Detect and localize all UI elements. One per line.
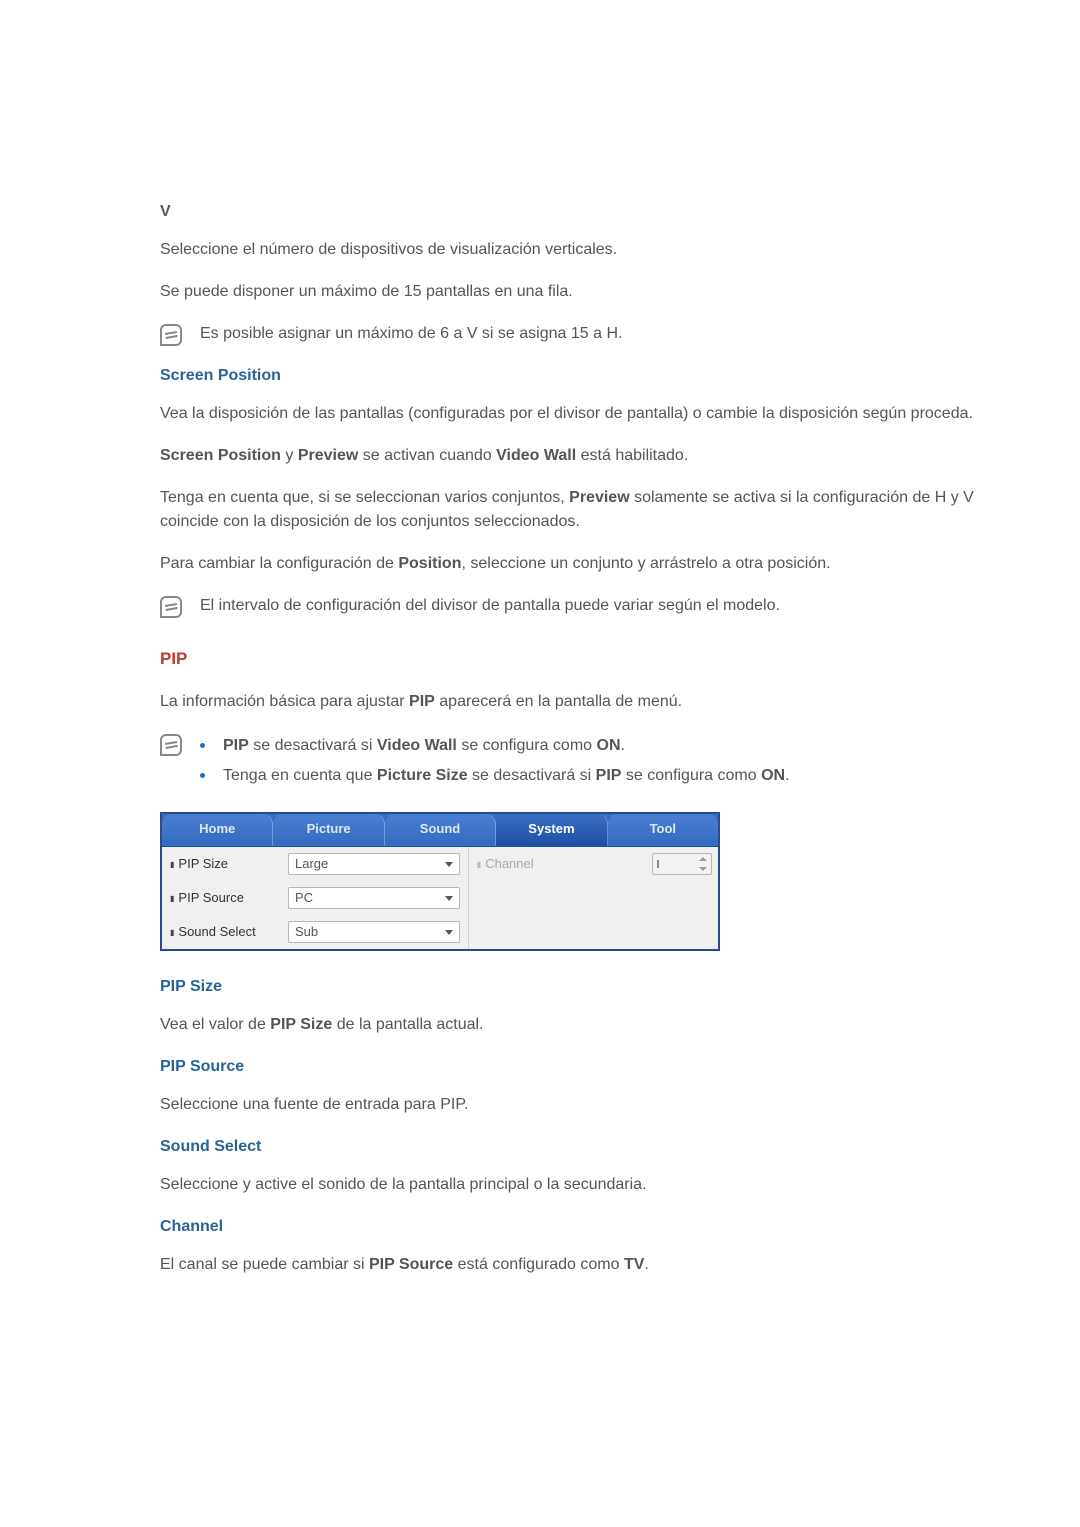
- bullet-dot-icon: [200, 743, 205, 748]
- note-text: Es posible asignar un máximo de 6 a V si…: [200, 322, 990, 346]
- paragraph: Seleccione y active el sonido de la pant…: [160, 1173, 990, 1197]
- heading-pip: PIP: [160, 646, 990, 672]
- list-item: PIP se desactivará si Video Wall se conf…: [200, 734, 990, 758]
- paragraph: Se puede disponer un máximo de 15 pantal…: [160, 280, 990, 304]
- bold-term: Video Wall: [377, 737, 457, 754]
- paragraph: Vea el valor de PIP Size de la pantalla …: [160, 1013, 990, 1037]
- spinner-channel[interactable]: [652, 853, 712, 875]
- text-span: Tenga en cuenta que: [223, 767, 377, 784]
- tab-picture[interactable]: Picture: [273, 814, 384, 846]
- heading-pip-size: PIP Size: [160, 975, 990, 999]
- text-span: está habilitado.: [576, 447, 688, 464]
- text-span: aparecerá en la pantalla de menú.: [435, 693, 682, 710]
- tab-sound[interactable]: Sound: [385, 814, 496, 846]
- text-span: se activan cuando: [358, 447, 496, 464]
- paragraph: Para cambiar la configuración de Positio…: [160, 552, 990, 576]
- panel-body: PIP Size Large PIP Source PC Sound Selec…: [162, 846, 718, 949]
- text-span: .: [621, 737, 625, 754]
- text-span: .: [785, 767, 789, 784]
- bold-term: PIP Size: [270, 1016, 332, 1033]
- text-span: de la pantalla actual.: [332, 1016, 483, 1033]
- text-span: está configurado como: [453, 1256, 624, 1273]
- document-page: V Seleccione el número de dispositivos d…: [0, 0, 1080, 1527]
- label-pip-size: PIP Size: [170, 854, 280, 874]
- text-span: Para cambiar la configuración de: [160, 555, 398, 572]
- tab-system[interactable]: System: [496, 814, 607, 846]
- text-span: .: [644, 1256, 648, 1273]
- bold-term: PIP: [596, 767, 622, 784]
- tab-home[interactable]: Home: [162, 814, 273, 846]
- paragraph: La información básica para ajustar PIP a…: [160, 690, 990, 714]
- text-span: se desactivará si: [468, 767, 596, 784]
- tab-tool[interactable]: Tool: [608, 814, 718, 846]
- text-span: se configura como: [621, 767, 761, 784]
- tab-bar: Home Picture Sound System Tool: [162, 814, 718, 846]
- text-span: La información básica para ajustar: [160, 693, 409, 710]
- channel-spinner-container: [652, 853, 712, 875]
- bold-term: PIP: [409, 693, 435, 710]
- note-block: El intervalo de configuración del diviso…: [160, 594, 990, 618]
- bold-term: TV: [624, 1256, 644, 1273]
- label-pip-source: PIP Source: [170, 888, 280, 908]
- paragraph: El canal se puede cambiar si PIP Source …: [160, 1253, 990, 1277]
- note-icon: [160, 324, 182, 346]
- text-span: El canal se puede cambiar si: [160, 1256, 369, 1273]
- bold-term: Video Wall: [496, 447, 576, 464]
- text-span: Vea el valor de: [160, 1016, 270, 1033]
- note-icon: [160, 596, 182, 618]
- text-span: y: [281, 447, 298, 464]
- bold-term: Position: [398, 555, 461, 572]
- bold-term: PIP Source: [369, 1256, 453, 1273]
- bold-term: Preview: [298, 447, 358, 464]
- row-pip-source: PIP Source PC: [162, 881, 468, 915]
- paragraph: Screen Position y Preview se activan cua…: [160, 444, 990, 468]
- bullet-dot-icon: [200, 773, 205, 778]
- row-pip-size: PIP Size Large: [162, 847, 468, 881]
- bullet-list: PIP se desactivará si Video Wall se conf…: [200, 732, 990, 794]
- bold-term: Picture Size: [377, 767, 468, 784]
- dropdown-pip-size[interactable]: Large: [288, 853, 460, 875]
- heading-channel: Channel: [160, 1215, 990, 1239]
- list-text: PIP se desactivará si Video Wall se conf…: [223, 734, 625, 758]
- list-item: Tenga en cuenta que Picture Size se desa…: [200, 764, 990, 788]
- bold-term: PIP: [223, 737, 249, 754]
- heading-sound-select: Sound Select: [160, 1135, 990, 1159]
- heading-v: V: [160, 200, 990, 224]
- note-icon: [160, 734, 182, 756]
- paragraph: Seleccione una fuente de entrada para PI…: [160, 1093, 990, 1117]
- note-block: PIP se desactivará si Video Wall se conf…: [160, 732, 990, 794]
- label-sound-select: Sound Select: [170, 922, 280, 942]
- text-span: , seleccione un conjunto y arrástrelo a …: [461, 555, 830, 572]
- list-text: Tenga en cuenta que Picture Size se desa…: [223, 764, 790, 788]
- panel-right-column: Channel: [469, 847, 718, 949]
- bold-term: Preview: [569, 489, 629, 506]
- paragraph: Vea la disposición de las pantallas (con…: [160, 402, 990, 426]
- heading-screen-position: Screen Position: [160, 364, 990, 388]
- paragraph: Seleccione el número de dispositivos de …: [160, 238, 990, 262]
- dropdown-pip-source[interactable]: PC: [288, 887, 460, 909]
- note-block: Es posible asignar un máximo de 6 a V si…: [160, 322, 990, 346]
- pip-settings-panel: Home Picture Sound System Tool PIP Size …: [160, 812, 720, 951]
- text-span: se desactivará si: [249, 737, 377, 754]
- paragraph: Tenga en cuenta que, si se seleccionan v…: [160, 486, 990, 534]
- heading-pip-source: PIP Source: [160, 1055, 990, 1079]
- bold-term: ON: [761, 767, 785, 784]
- bold-term: ON: [597, 737, 621, 754]
- bold-term: Screen Position: [160, 447, 281, 464]
- text-span: se configura como: [457, 737, 597, 754]
- note-text: El intervalo de configuración del diviso…: [200, 594, 990, 618]
- text-span: Tenga en cuenta que, si se seleccionan v…: [160, 489, 569, 506]
- row-sound-select: Sound Select Sub: [162, 915, 468, 949]
- label-channel: Channel: [477, 854, 587, 874]
- dropdown-sound-select[interactable]: Sub: [288, 921, 460, 943]
- panel-left-column: PIP Size Large PIP Source PC Sound Selec…: [162, 847, 469, 949]
